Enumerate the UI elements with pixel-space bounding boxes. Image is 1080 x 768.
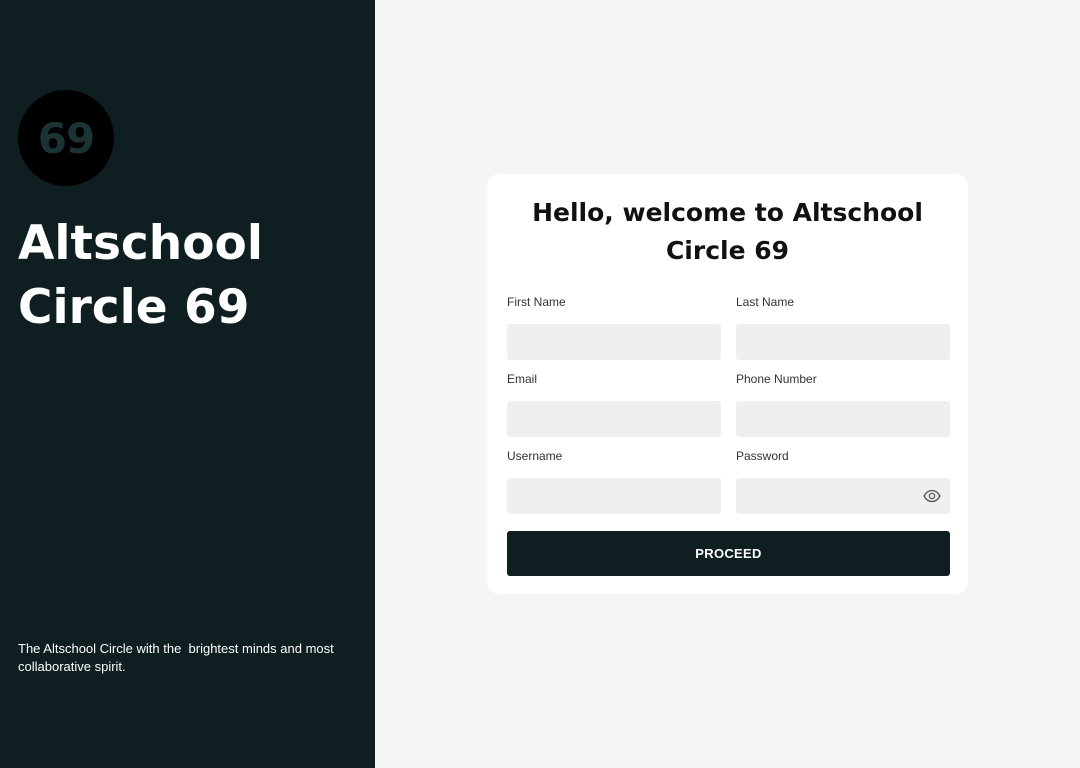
logo-text: 69 (37, 113, 95, 163)
phone-number-label: Phone Number (736, 372, 817, 386)
form-title: Hello, welcome to Altschool Circle 69 (507, 194, 948, 270)
brand-title-line2: Circle 69 (18, 280, 250, 335)
last-name-input[interactable] (736, 324, 950, 360)
phone-number-group: Phone Number (736, 371, 950, 437)
form-title-line1: Hello, welcome to Altschool (532, 198, 923, 227)
eye-icon-graphic (923, 489, 941, 503)
form-title-line2: Circle 69 (665, 236, 790, 265)
first-name-label: First Name (507, 295, 566, 309)
last-name-label: Last Name (736, 295, 795, 309)
first-name-group: First Name (507, 294, 721, 360)
password-group: Password (736, 448, 950, 514)
password-label: Password (736, 449, 789, 463)
username-input[interactable] (507, 478, 721, 514)
eye-icon[interactable] (923, 488, 941, 504)
brand-title-line1: Altschool (18, 216, 263, 271)
password-wrapper (736, 478, 950, 514)
logo: 69 (18, 90, 114, 186)
email-input[interactable] (507, 401, 721, 437)
username-group: Username (507, 448, 721, 514)
first-name-input[interactable] (507, 324, 721, 360)
phone-number-input[interactable] (736, 401, 950, 437)
last-name-group: Last Name (736, 294, 950, 360)
proceed-button[interactable]: PROCEED (507, 531, 950, 576)
brand-tagline: The Altschool Circle with the brightest … (18, 641, 338, 674)
username-label: Username (507, 449, 563, 463)
brand-title: Altschool Circle 69 (18, 212, 358, 340)
password-input[interactable] (736, 478, 950, 514)
signup-card: Hello, welcome to Altschool Circle 69 Fi… (487, 174, 968, 594)
email-group: Email (507, 371, 721, 437)
signup-page: 69 Altschool Circle 69 The Altschool Cir… (0, 0, 1080, 768)
brand-panel: 69 Altschool Circle 69 The Altschool Cir… (0, 0, 375, 768)
email-label: Email (507, 372, 538, 386)
